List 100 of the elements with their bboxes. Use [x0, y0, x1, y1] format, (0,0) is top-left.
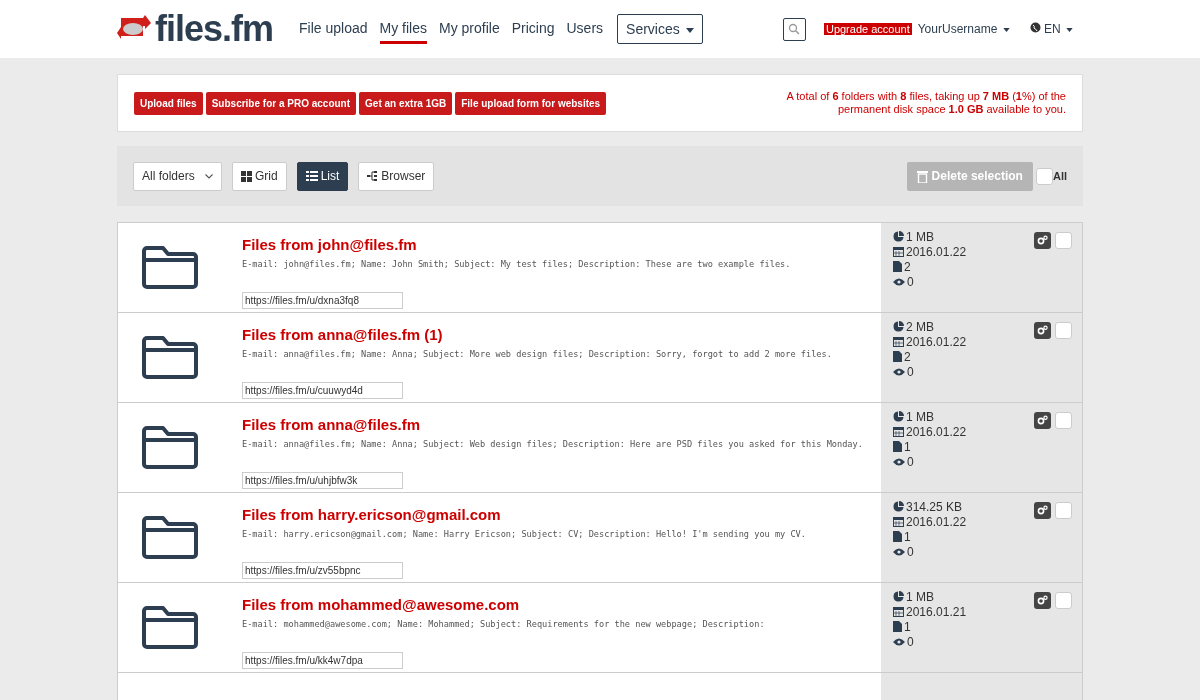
file-count: 2 — [904, 349, 911, 364]
language-menu[interactable]: EN — [1029, 22, 1073, 36]
grid-icon — [241, 170, 252, 182]
upgrade-link[interactable]: Upgrade account — [823, 23, 912, 35]
share-link-field[interactable]: https://files.fm/u/zv55bpnc — [242, 562, 403, 579]
folder-size: 1 MB — [906, 409, 934, 424]
settings-button[interactable] — [1034, 592, 1051, 609]
folder-title[interactable]: Files from anna@files.fm — [242, 416, 863, 433]
gears-icon — [1037, 505, 1048, 516]
view-button[interactable]: Browser — [358, 161, 435, 191]
pie-chart-icon — [893, 411, 904, 422]
nav-link[interactable]: My files — [379, 14, 427, 44]
caret-icon — [685, 27, 694, 33]
settings-button[interactable] — [1034, 502, 1051, 519]
globe-icon — [1029, 22, 1041, 33]
view-button[interactable]: Grid — [232, 161, 287, 191]
pie-chart-icon — [893, 231, 904, 242]
file-count: 1 — [904, 529, 911, 544]
nav-link[interactable]: Users — [566, 14, 604, 44]
folder-title[interactable]: Files from mohammed@awesome.com — [242, 596, 765, 613]
folder-filter-select[interactable]: All folders — [133, 161, 222, 191]
folder-description: E-mail: harry.ericson@gmail.com; Name: Harry Ericson; Subject: CV; Description: Hello! I'm sending you my CV. — [242, 529, 806, 541]
share-link-field[interactable]: https://files.fm/u/dxna3fq8 — [242, 292, 403, 309]
action-button[interactable]: Subscribe for a PRO account — [205, 91, 357, 115]
folder-icon — [142, 335, 198, 379]
eye-icon — [893, 277, 905, 286]
share-link-field[interactable]: https://files.fm/u/uhjbfw3k — [242, 472, 403, 489]
calendar-icon — [893, 516, 904, 527]
file-icon — [893, 441, 902, 452]
nav-link[interactable]: My profile — [439, 14, 500, 44]
caret-icon — [1066, 27, 1073, 32]
search-icon — [788, 23, 801, 35]
storage-summary: A total of 6 folders with 8 files, taking up 7 MB (1%) of the permanent disk space 1.0 GB available to you. — [785, 90, 1066, 116]
view-count: 0 — [907, 274, 914, 289]
folder-checkbox[interactable] — [1055, 592, 1072, 609]
eye-icon — [893, 457, 905, 466]
settings-button[interactable] — [1034, 232, 1051, 249]
folder-description: E-mail: anna@files.fm; Name: Anna; Subject: More web design files; Description: Sorry, forgot to add 2 more files. — [242, 349, 832, 361]
settings-button[interactable] — [1034, 322, 1051, 339]
settings-button[interactable] — [1034, 412, 1051, 429]
action-button[interactable]: Get an extra 1GB — [359, 91, 453, 115]
view-count: 0 — [907, 364, 914, 379]
nav-link[interactable]: File upload — [299, 14, 368, 44]
folder-date: 2016.01.21 — [906, 604, 967, 619]
folder-title[interactable]: Files from harry.ericson@gmail.com — [242, 506, 806, 523]
view-count: 0 — [907, 634, 914, 649]
chevron-down-icon — [205, 173, 213, 179]
view-count: 0 — [907, 454, 914, 469]
folder-description: E-mail: mohammed@awesome.com; Name: Mohammed; Subject: Requirements for the new webpage; Description: — [242, 619, 765, 631]
folder-icon — [142, 245, 198, 289]
eye-icon — [893, 637, 905, 646]
pie-chart-icon — [893, 501, 904, 512]
folder-title[interactable]: Files from anna@files.fm (1) — [242, 326, 832, 343]
pie-chart-icon — [893, 321, 904, 332]
file-count: 2 — [904, 259, 911, 274]
share-link-field[interactable]: https://files.fm/u/cuuwyd4d — [242, 382, 403, 399]
file-icon — [893, 261, 902, 272]
search-button[interactable] — [782, 17, 806, 41]
folder-size: 314.25 KB — [906, 499, 963, 514]
gears-icon — [1037, 595, 1048, 606]
folder-description: E-mail: anna@files.fm; Name: Anna; Subject: Web design files; Description: Here are PSD files you asked for this Monday. — [242, 439, 863, 451]
folder-date: 2016.01.22 — [906, 424, 967, 439]
folder-icon — [142, 605, 198, 649]
action-button[interactable]: Upload files — [134, 91, 203, 115]
user-menu[interactable]: YourUsername — [917, 22, 1010, 36]
file-icon — [893, 351, 902, 362]
select-all-checkbox[interactable] — [1035, 167, 1053, 185]
folder-title[interactable]: Files from john@files.fm — [242, 236, 791, 253]
folder-size: 2 MB — [906, 319, 934, 334]
action-button[interactable]: File upload form for websites — [455, 91, 607, 115]
nav-link[interactable]: Pricing — [511, 14, 555, 44]
calendar-icon — [893, 246, 904, 257]
folder-checkbox[interactable] — [1055, 322, 1072, 339]
view-button[interactable]: List — [296, 161, 349, 191]
folder-checkbox[interactable] — [1055, 412, 1072, 429]
pie-chart-icon — [893, 591, 904, 602]
folder-icon — [142, 425, 198, 469]
caret-icon — [1002, 27, 1010, 32]
services-menu-button[interactable]: Services — [617, 14, 703, 44]
file-count: 1 — [904, 619, 911, 634]
folder-icon — [142, 515, 198, 559]
folder-size: 1 MB — [906, 229, 934, 244]
gears-icon — [1037, 415, 1048, 426]
calendar-icon — [893, 426, 904, 437]
folder-date: 2016.01.22 — [906, 514, 967, 529]
file-icon — [893, 621, 902, 632]
calendar-icon — [893, 336, 904, 347]
eye-icon — [893, 367, 905, 376]
eye-icon — [893, 547, 905, 556]
folder-checkbox[interactable] — [1055, 502, 1072, 519]
gears-icon — [1037, 325, 1048, 336]
trash-icon — [916, 169, 928, 183]
file-icon — [893, 531, 902, 542]
share-link-field[interactable]: https://files.fm/u/kk4w7dpa — [242, 652, 403, 669]
folder-checkbox[interactable] — [1055, 232, 1072, 249]
list-icon — [305, 171, 318, 181]
view-count: 0 — [907, 544, 914, 559]
logo-text[interactable]: files.fm — [155, 8, 274, 50]
calendar-icon — [893, 606, 904, 617]
folder-date: 2016.01.22 — [906, 244, 967, 259]
